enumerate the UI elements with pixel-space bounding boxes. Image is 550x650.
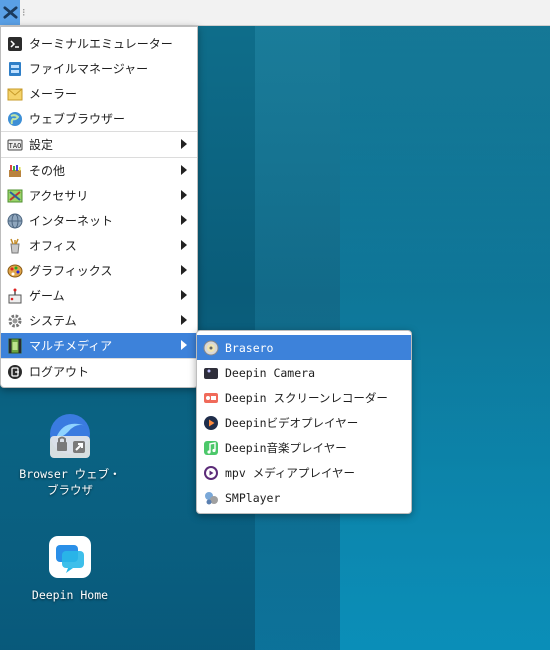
submenu-arrow-icon: [181, 265, 187, 275]
mpv-icon: [203, 465, 219, 481]
submenu-arrow-icon: [181, 290, 187, 300]
menu-item-office[interactable]: オフィス: [1, 233, 197, 258]
submenu-item-mpv[interactable]: mpv メディアプレイヤー: [197, 460, 411, 485]
internet-icon: [7, 213, 23, 229]
logout-icon: [7, 364, 23, 380]
menu-item-multimedia[interactable]: マルチメディア: [1, 333, 197, 358]
menu-item-label: その他: [29, 164, 66, 178]
xfce-logo-icon: [2, 6, 18, 19]
graphics-icon: [7, 263, 23, 279]
submenu-arrow-icon: [181, 165, 187, 175]
desktop-icon-deepin-home[interactable]: Deepin Home: [15, 533, 125, 603]
multimedia-icon: [7, 338, 23, 354]
submenu-arrow-icon: [181, 240, 187, 250]
menu-item-terminal[interactable]: ターミナルエミュレーター: [1, 31, 197, 56]
accessories-icon: [7, 188, 23, 204]
menu-item-other[interactable]: その他: [1, 158, 197, 183]
submenu-item-label: mpv メディアプレイヤー: [225, 465, 356, 480]
submenu-item-brasero[interactable]: Brasero: [197, 335, 411, 360]
music-player-icon: [203, 440, 219, 456]
desktop-icon-label: Browser ウェブ・ブラウザ: [19, 467, 121, 497]
submenu-arrow-icon: [181, 190, 187, 200]
submenu-item-video-player[interactable]: Deepinビデオプレイヤー: [197, 410, 411, 435]
web-browser-icon: [7, 111, 23, 127]
menu-item-web-browser[interactable]: ウェブブラウザー: [1, 106, 197, 131]
menu-item-settings[interactable]: TAO 設定: [1, 132, 197, 157]
submenu-item-label: Deepin Camera: [225, 365, 316, 380]
brasero-icon: [203, 340, 219, 356]
settings-icon: TAO: [7, 137, 23, 153]
screen-recorder-icon: [203, 390, 219, 406]
menu-item-label: ゲーム: [29, 289, 65, 303]
system-icon: [7, 313, 23, 329]
menu-item-label: ログアウト: [29, 365, 90, 379]
submenu-item-label: Brasero: [225, 340, 274, 355]
submenu-arrow-icon: [181, 340, 187, 350]
submenu-item-label: Deepin スクリーンレコーダー: [225, 390, 388, 405]
desktop-icon-browser[interactable]: Browser ウェブ・ブラウザ: [15, 412, 125, 498]
submenu-item-screen-recorder[interactable]: Deepin スクリーンレコーダー: [197, 385, 411, 410]
office-icon: [7, 238, 23, 254]
menu-item-logout[interactable]: ログアウト: [1, 359, 197, 384]
multimedia-submenu: Brasero Deepin Camera Deepin スクリーンレコーダー …: [196, 330, 412, 514]
submenu-item-smplayer[interactable]: SMPlayer: [197, 485, 411, 510]
menu-item-label: インターネット: [29, 214, 114, 228]
menu-item-label: マルチメディア: [29, 339, 113, 353]
menu-item-label: 設定: [29, 138, 54, 152]
video-player-icon: [203, 415, 219, 431]
panel-separator: ⁝: [22, 6, 26, 19]
menu-item-label: ファイルマネージャー: [29, 62, 149, 76]
submenu-arrow-icon: [181, 215, 187, 225]
camera-icon: [203, 365, 219, 381]
file-manager-icon: [7, 61, 23, 77]
terminal-icon: [7, 36, 23, 52]
submenu-item-deepin-camera[interactable]: Deepin Camera: [197, 360, 411, 385]
desktop-icon-label: Deepin Home: [31, 588, 109, 602]
start-menu-button[interactable]: [0, 0, 20, 25]
submenu-arrow-icon: [181, 139, 187, 149]
svg-text:TAO: TAO: [9, 142, 22, 150]
submenu-item-music-player[interactable]: Deepin音楽プレイヤー: [197, 435, 411, 460]
menu-item-games[interactable]: ゲーム: [1, 283, 197, 308]
menu-item-label: アクセサリ: [29, 189, 89, 203]
menu-item-graphics[interactable]: グラフィックス: [1, 258, 197, 283]
menu-item-label: グラフィックス: [29, 264, 113, 278]
menu-item-file-manager[interactable]: ファイルマネージャー: [1, 56, 197, 81]
menu-item-accessories[interactable]: アクセサリ: [1, 183, 197, 208]
submenu-item-label: Deepin音楽プレイヤー: [225, 440, 347, 455]
submenu-item-label: Deepinビデオプレイヤー: [225, 415, 359, 430]
submenu-item-label: SMPlayer: [225, 490, 281, 505]
menu-item-label: メーラー: [29, 87, 78, 101]
menu-item-label: システム: [29, 314, 77, 328]
application-menu: ターミナルエミュレーター ファイルマネージャー メーラー ウェブブラウザー TA…: [0, 26, 198, 388]
menu-item-label: オフィス: [29, 239, 77, 253]
menu-item-internet[interactable]: インターネット: [1, 208, 197, 233]
top-panel: ⁝: [0, 0, 550, 26]
games-icon: [7, 288, 23, 304]
submenu-arrow-icon: [181, 315, 187, 325]
mail-icon: [7, 86, 23, 102]
smplayer-icon: [203, 490, 219, 506]
menu-item-system[interactable]: システム: [1, 308, 197, 333]
other-icon: [7, 163, 23, 179]
menu-item-label: ウェブブラウザー: [29, 112, 126, 126]
deepin-home-icon: [46, 533, 94, 581]
menu-item-label: ターミナルエミュレーター: [29, 37, 173, 51]
browser-icon: [46, 412, 94, 460]
menu-item-mailer[interactable]: メーラー: [1, 81, 197, 106]
